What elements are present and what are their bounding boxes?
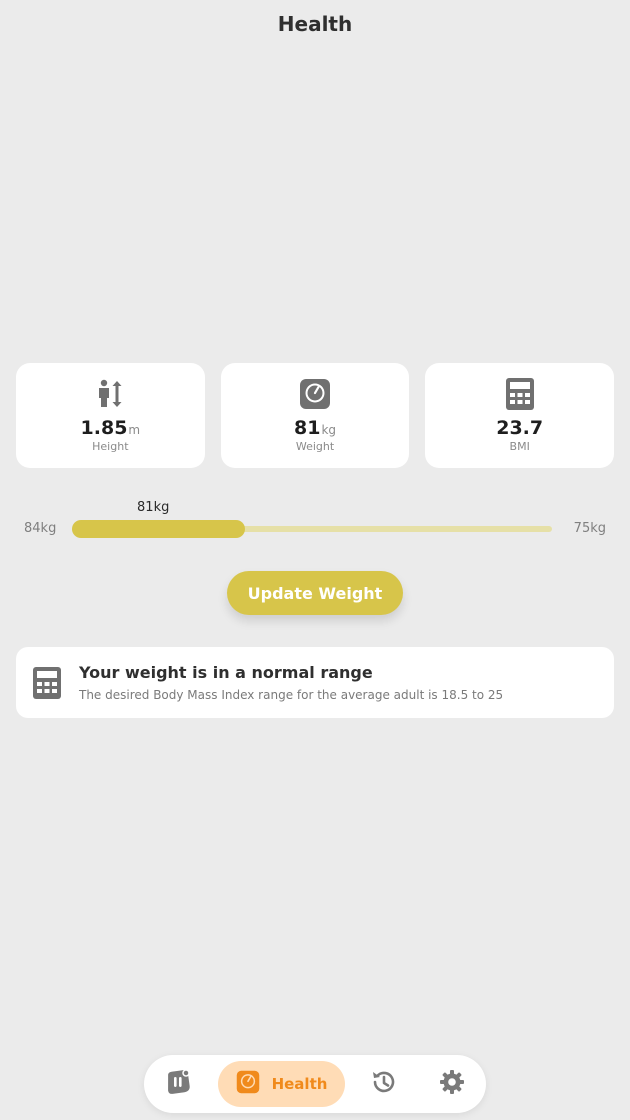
weight-progress: 84kg 81kg 75kg (16, 498, 614, 548)
nav-settings[interactable] (436, 1061, 468, 1107)
nav-journal[interactable] (162, 1061, 194, 1107)
height-label: Height (92, 440, 129, 453)
range-end-label: 75kg (573, 521, 606, 536)
journal-icon (165, 1069, 191, 1099)
info-title: Your weight is in a normal range (79, 663, 373, 682)
person-height-icon (93, 377, 127, 411)
current-weight-label: 81kg (137, 500, 170, 515)
scale-icon (236, 1070, 260, 1098)
bottom-nav: Health (144, 1055, 486, 1113)
height-card: 1.85 m Height (16, 363, 205, 468)
progress-fill (72, 520, 245, 538)
height-unit: m (128, 423, 141, 437)
range-start-label: 84kg (24, 521, 57, 536)
calculator-icon (32, 665, 62, 701)
calculator-icon (503, 377, 537, 411)
bmi-label: BMI (509, 440, 530, 453)
stats-row: 1.85 m Height 81 kg Weight 23.7 BMI (16, 363, 615, 468)
page-title: Health (277, 12, 353, 36)
weight-unit: kg (321, 423, 337, 437)
nav-health[interactable]: Health (218, 1061, 345, 1107)
bmi-info-card: Your weight is in a normal range The des… (16, 647, 614, 718)
history-icon (370, 1068, 398, 1100)
scale-icon (298, 377, 332, 411)
info-description: The desired Body Mass Index range for th… (79, 688, 504, 702)
nav-health-label: Health (271, 1075, 328, 1093)
height-value: 1.85 (80, 417, 128, 439)
bmi-value: 23.7 (496, 417, 544, 439)
progress-track (72, 520, 552, 538)
weight-value: 81 (293, 417, 321, 439)
nav-history[interactable] (368, 1061, 400, 1107)
bmi-card: 23.7 BMI (425, 363, 615, 468)
weight-label: Weight (295, 440, 335, 453)
weight-card: 81 kg Weight (220, 363, 410, 468)
update-weight-button[interactable]: Update Weight (227, 571, 403, 615)
health-screen: Health 1.85 m Height 81 kg Weight 23.7 B… (0, 0, 630, 1120)
gear-icon (439, 1069, 465, 1099)
